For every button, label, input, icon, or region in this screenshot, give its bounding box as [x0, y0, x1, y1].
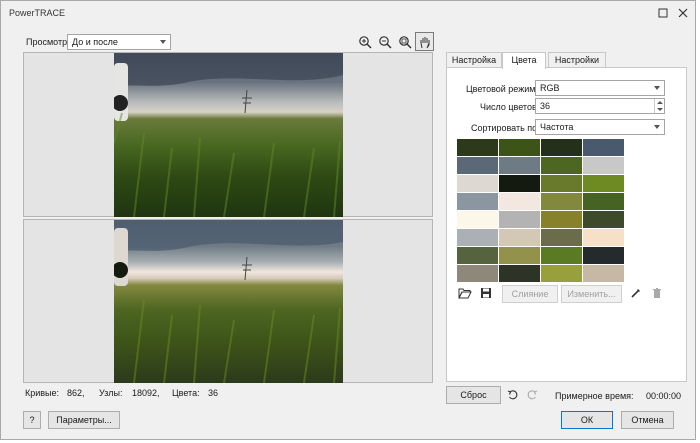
color-swatch[interactable]	[457, 247, 498, 264]
color-swatch[interactable]	[541, 265, 582, 282]
eyedropper-icon[interactable]	[628, 285, 644, 301]
pan-hand-icon[interactable]	[415, 32, 434, 51]
parameters-button[interactable]: Параметры...	[48, 411, 120, 429]
title-bar[interactable]: PowerTRACE	[1, 1, 695, 25]
colors-stat-value: 36	[208, 388, 219, 398]
color-swatch[interactable]	[457, 229, 498, 246]
color-swatch[interactable]	[499, 265, 540, 282]
sort-by-label: Сортировать по:	[471, 123, 540, 133]
nodes-value: 18092,	[132, 388, 160, 398]
original-photo	[114, 53, 343, 217]
color-swatch[interactable]	[457, 193, 498, 210]
color-mode-label: Цветовой режим:	[466, 84, 538, 94]
tab-colors[interactable]: Цвета	[502, 52, 546, 69]
sort-by-select[interactable]: Частота	[535, 119, 665, 135]
curves-label: Кривые:	[25, 388, 60, 398]
color-swatch[interactable]	[457, 211, 498, 228]
color-swatch[interactable]	[541, 247, 582, 264]
traced-photo	[114, 220, 343, 383]
color-swatch[interactable]	[499, 193, 540, 210]
color-swatch[interactable]	[457, 265, 498, 282]
color-swatch[interactable]	[583, 139, 624, 156]
zoom-in-icon[interactable]	[357, 34, 373, 50]
preview-mode-select[interactable]: До и после	[67, 34, 171, 50]
estimated-time-label: Примерное время:	[555, 391, 634, 401]
color-swatch[interactable]	[583, 265, 624, 282]
edit-color-button-label: Изменить...	[567, 289, 616, 299]
color-swatch[interactable]	[457, 157, 498, 174]
color-swatch[interactable]	[457, 175, 498, 192]
estimated-time-value: 00:00:00	[646, 391, 682, 401]
edit-color-button[interactable]: Изменить...	[561, 285, 622, 303]
curves-value: 862,	[67, 388, 85, 398]
help-button[interactable]: ?	[23, 411, 41, 429]
color-swatch[interactable]	[541, 211, 582, 228]
color-swatch[interactable]	[499, 175, 540, 192]
trash-icon[interactable]	[649, 285, 665, 301]
colors-stat-label: Цвета:	[172, 388, 200, 398]
parameters-button-label: Параметры...	[56, 415, 112, 425]
color-swatch[interactable]	[583, 193, 624, 210]
tab-setup[interactable]: Настройка	[446, 52, 502, 68]
color-count-label: Число цветов:	[480, 102, 540, 112]
preview-before[interactable]	[23, 52, 433, 217]
color-swatch[interactable]	[457, 139, 498, 156]
nodes-label: Узлы:	[99, 388, 123, 398]
zoom-out-icon[interactable]	[377, 34, 393, 50]
cancel-button[interactable]: Отмена	[621, 411, 674, 429]
help-button-label: ?	[29, 415, 35, 425]
powertrace-dialog: PowerTRACE Просмотр: До и после Настройк…	[0, 0, 696, 440]
merge-button[interactable]: Слияние	[502, 285, 558, 303]
tab-setup-label: Настройка	[451, 55, 497, 65]
color-swatch[interactable]	[583, 175, 624, 192]
color-swatch[interactable]	[541, 175, 582, 192]
redo-icon[interactable]	[524, 387, 540, 403]
reset-button-label: Сброс	[460, 390, 487, 400]
color-swatch[interactable]	[499, 247, 540, 264]
merge-button-label: Слияние	[511, 289, 549, 299]
undo-icon[interactable]	[505, 387, 521, 403]
color-swatch[interactable]	[541, 229, 582, 246]
chevron-down-icon	[654, 125, 660, 129]
color-swatch[interactable]	[583, 211, 624, 228]
color-swatch[interactable]	[583, 157, 624, 174]
color-palette	[457, 139, 627, 282]
color-swatch[interactable]	[499, 157, 540, 174]
save-icon[interactable]	[478, 285, 494, 301]
color-count-stepper[interactable]: 36	[535, 98, 665, 114]
color-swatch[interactable]	[499, 139, 540, 156]
color-swatch[interactable]	[541, 193, 582, 210]
color-swatch[interactable]	[541, 157, 582, 174]
stepper-arrows-icon[interactable]	[654, 99, 664, 113]
tab-settings-label: Настройки	[554, 55, 600, 65]
folder-open-icon[interactable]	[457, 285, 473, 301]
tab-settings[interactable]: Настройки	[548, 52, 606, 68]
maximize-icon[interactable]	[655, 5, 671, 21]
preview-after[interactable]	[23, 219, 433, 383]
color-swatch[interactable]	[541, 139, 582, 156]
ok-button-label: ОК	[580, 415, 594, 425]
sort-by-value: Частота	[540, 122, 574, 132]
chevron-down-icon	[654, 86, 660, 90]
chevron-down-icon	[160, 40, 166, 44]
cancel-button-label: Отмена	[631, 415, 664, 425]
preview-label: Просмотр:	[26, 37, 70, 47]
color-swatch[interactable]	[499, 211, 540, 228]
ok-button[interactable]: ОК	[561, 411, 613, 429]
preview-mode-value: До и после	[72, 37, 118, 47]
color-swatch[interactable]	[583, 229, 624, 246]
color-mode-value: RGB	[540, 83, 560, 93]
window-title: PowerTRACE	[9, 8, 66, 18]
reset-button[interactable]: Сброс	[446, 386, 501, 404]
close-icon[interactable]	[675, 5, 691, 21]
color-count-value: 36	[540, 101, 551, 111]
color-swatch[interactable]	[499, 229, 540, 246]
tab-colors-label: Цвета	[511, 55, 537, 65]
zoom-fit-icon[interactable]	[397, 34, 413, 50]
color-mode-select[interactable]: RGB	[535, 80, 665, 96]
color-swatch[interactable]	[583, 247, 624, 264]
